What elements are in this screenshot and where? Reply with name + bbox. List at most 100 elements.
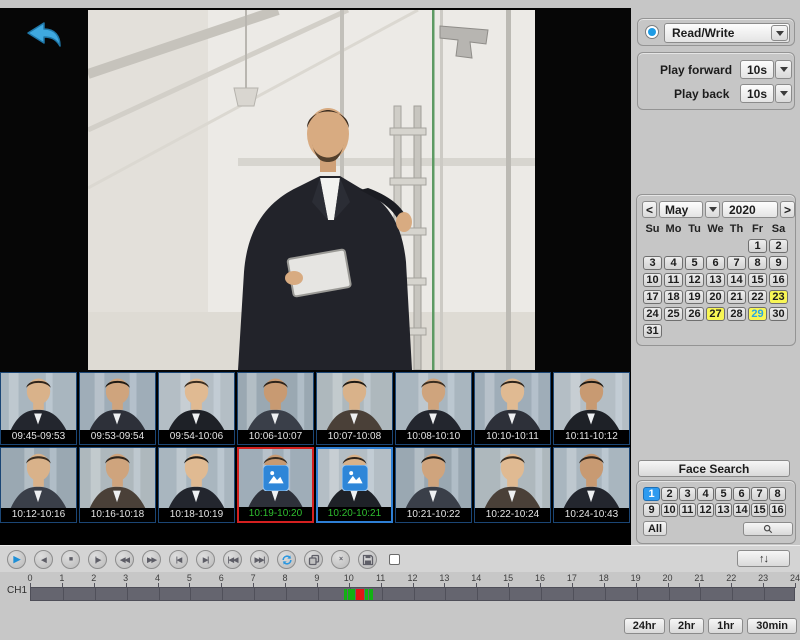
face-thumbnail[interactable]: 10:24-10:43 (553, 447, 630, 523)
fast-forward-button[interactable]: ▶▶ (142, 550, 161, 569)
channel-button[interactable]: 5 (715, 487, 732, 501)
face-thumbnail[interactable]: 10:06-10:07 (237, 372, 314, 445)
next-frame-button[interactable]: ▶| (196, 550, 215, 569)
timeline-track[interactable] (30, 587, 795, 601)
clip-button[interactable]: × (331, 550, 350, 569)
calendar-day[interactable]: 22 (748, 290, 767, 304)
frame-step-button[interactable]: |▶ (88, 550, 107, 569)
face-thumbnail[interactable]: 10:12-10:16 (0, 447, 77, 523)
reverse-play-button[interactable]: ◀ (34, 550, 53, 569)
face-thumbnail[interactable]: 10:20-10:21 (316, 447, 393, 523)
main-video[interactable] (88, 10, 535, 370)
stream-dropdown-arrow-button[interactable] (771, 25, 788, 41)
face-thumbnail[interactable]: 10:11-10:12 (553, 372, 630, 445)
face-thumbnail[interactable]: 10:07-10:08 (316, 372, 393, 445)
face-thumbnail[interactable]: 10:10-10:11 (474, 372, 551, 445)
calendar-day[interactable]: 12 (685, 273, 704, 287)
calendar-day[interactable]: 21 (727, 290, 746, 304)
channel-button[interactable]: 15 (751, 503, 768, 517)
calendar-prev-button[interactable]: < (642, 201, 657, 218)
loop-button[interactable] (277, 550, 296, 569)
calendar-day[interactable]: 18 (664, 290, 683, 304)
face-thumbnail[interactable]: 10:21-10:22 (395, 447, 472, 523)
channel-button[interactable]: 9 (643, 503, 660, 517)
channel-button[interactable]: 16 (769, 503, 786, 517)
prev-frame-button[interactable]: |◀ (169, 550, 188, 569)
calendar-month-arrow-button[interactable] (705, 201, 720, 218)
calendar-day[interactable]: 6 (706, 256, 725, 270)
all-channels-button[interactable]: All (643, 521, 667, 536)
channel-button[interactable]: 8 (769, 487, 786, 501)
calendar-day[interactable]: 20 (706, 290, 725, 304)
calendar-day[interactable]: 25 (664, 307, 683, 321)
calendar-day[interactable]: 19 (685, 290, 704, 304)
rewind-button[interactable]: ◀◀ (115, 550, 134, 569)
calendar-day[interactable]: 15 (748, 273, 767, 287)
face-thumbnail[interactable]: 09:54-10:06 (158, 372, 235, 445)
calendar-day[interactable]: 23 (769, 290, 788, 304)
channel-button[interactable]: 2 (661, 487, 678, 501)
save-button[interactable] (358, 550, 377, 569)
calendar-day[interactable]: 11 (664, 273, 683, 287)
play-back-arrow-button[interactable] (775, 84, 792, 103)
channel-button[interactable]: 7 (751, 487, 768, 501)
stop-button[interactable]: ■ (61, 550, 80, 569)
face-thumbnail[interactable]: 10:19-10:20 (237, 447, 314, 523)
calendar-day[interactable]: 28 (727, 307, 746, 321)
calendar-year-field[interactable]: 2020 (722, 201, 778, 218)
face-thumbnail[interactable]: 10:08-10:10 (395, 372, 472, 445)
channel-button[interactable]: 11 (679, 503, 696, 517)
calendar-day[interactable]: 26 (685, 307, 704, 321)
calendar-day[interactable]: 29 (748, 307, 767, 321)
multi-window-button[interactable] (304, 550, 323, 569)
calendar-day[interactable]: 17 (643, 290, 662, 304)
back-button[interactable] (24, 20, 64, 54)
face-search-go-button[interactable] (743, 522, 793, 536)
calendar-day[interactable]: 24 (643, 307, 662, 321)
play-forward-value[interactable]: 10s (740, 60, 774, 79)
calendar-day[interactable]: 14 (727, 273, 746, 287)
calendar-day[interactable]: 7 (727, 256, 746, 270)
calendar-day[interactable]: 8 (748, 256, 767, 270)
face-thumbnail[interactable]: 09:53-09:54 (79, 372, 156, 445)
next-file-button[interactable]: ▶▶| (250, 550, 269, 569)
face-thumbnail[interactable]: 10:22-10:24 (474, 447, 551, 523)
play-back-value[interactable]: 10s (740, 84, 774, 103)
read-write-radio[interactable] (645, 25, 659, 39)
calendar-day[interactable]: 1 (748, 239, 767, 253)
calendar-day[interactable]: 2 (769, 239, 788, 253)
calendar-next-button[interactable]: > (780, 201, 795, 218)
face-search-button[interactable]: Face Search (638, 460, 790, 477)
calendar-day[interactable]: 31 (643, 324, 662, 338)
channel-button[interactable]: 12 (697, 503, 714, 517)
channel-button[interactable]: 3 (679, 487, 696, 501)
interval-2hr-button[interactable]: 2hr (669, 618, 704, 634)
face-thumbnail[interactable]: 09:45-09:53 (0, 372, 77, 445)
interval-30min-button[interactable]: 30min (747, 618, 797, 634)
calendar-day[interactable]: 10 (643, 273, 662, 287)
channel-button[interactable]: 6 (733, 487, 750, 501)
calendar-day[interactable]: 13 (706, 273, 725, 287)
interval-24hr-button[interactable]: 24hr (624, 618, 665, 634)
channel-button[interactable]: 10 (661, 503, 678, 517)
face-thumbnail[interactable]: 10:18-10:19 (158, 447, 235, 523)
channel-button[interactable]: 1 (643, 487, 660, 501)
interval-1hr-button[interactable]: 1hr (708, 618, 743, 634)
calendar-day[interactable]: 30 (769, 307, 788, 321)
calendar-day[interactable]: 3 (643, 256, 662, 270)
channel-button[interactable]: 14 (733, 503, 750, 517)
timeline-checkbox[interactable] (389, 554, 400, 565)
stream-mode-dropdown[interactable]: Read/Write (664, 23, 790, 43)
prev-file-button[interactable]: |◀◀ (223, 550, 242, 569)
sync-playback-button[interactable]: ↑↓ (737, 550, 790, 567)
calendar-day[interactable]: 16 (769, 273, 788, 287)
play-forward-arrow-button[interactable] (775, 60, 792, 79)
calendar-day[interactable]: 27 (706, 307, 725, 321)
channel-button[interactable]: 13 (715, 503, 732, 517)
calendar-day[interactable]: 9 (769, 256, 788, 270)
channel-button[interactable]: 4 (697, 487, 714, 501)
calendar-day[interactable]: 5 (685, 256, 704, 270)
calendar-day[interactable]: 4 (664, 256, 683, 270)
play-button[interactable]: ▶ (7, 550, 26, 569)
calendar-month-dropdown[interactable]: May (659, 201, 703, 218)
